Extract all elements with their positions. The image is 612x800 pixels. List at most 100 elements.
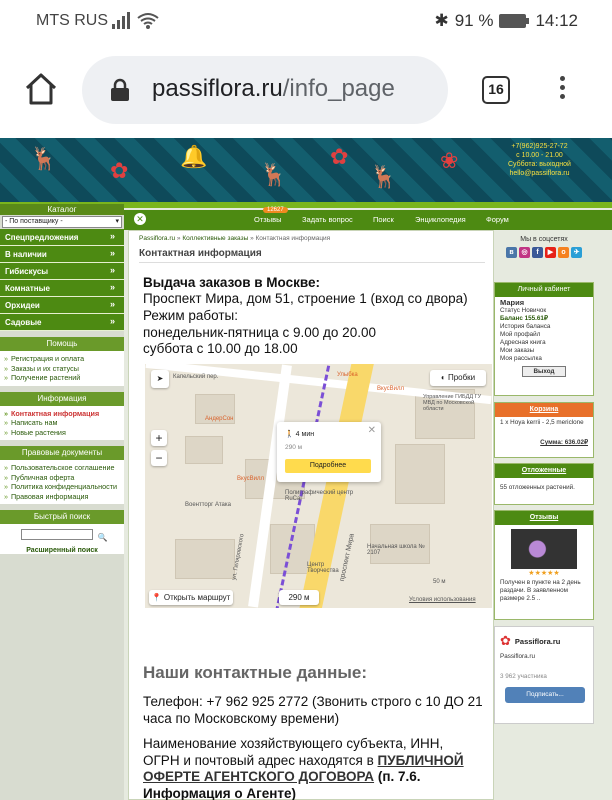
carrier: MTS RUS [36, 12, 108, 29]
crumb-current: Контактная информация [255, 235, 331, 242]
help-link[interactable]: Регистрация и оплата [4, 354, 120, 364]
deferred-title[interactable]: Отложенные [495, 464, 593, 478]
cart-item[interactable]: 1 x Hoya kerrii - 2,5 mericlone [495, 417, 593, 429]
crumb-mid[interactable]: Коллективные заказы [182, 235, 248, 242]
legal-link[interactable]: Правовая информация [4, 492, 120, 502]
youtube-icon[interactable]: ▶ [545, 247, 556, 258]
details-button[interactable]: Подробнее [285, 459, 371, 473]
help-link[interactable]: Получение растений [4, 373, 120, 383]
deer-icon: 🦌 [260, 162, 288, 187]
social-title: Мы в соцсетях [520, 236, 568, 243]
map-label: Центр Творчества [307, 562, 339, 574]
close-icon[interactable]: ✕ [368, 425, 376, 436]
nav-search[interactable]: Поиск [373, 215, 394, 224]
clock: 14:12 [535, 11, 578, 30]
search-header: Быстрый поиск [0, 510, 124, 524]
nav-reviews[interactable]: Отзывы [254, 215, 281, 224]
battery-percent: 91 % [454, 11, 494, 30]
logout-button[interactable]: Выход [522, 366, 566, 377]
legal-link[interactable]: Политика конфиденциальности [4, 482, 120, 492]
category-item[interactable]: Орхидеи [0, 296, 124, 314]
user-name: Мария [500, 298, 525, 307]
locate-button[interactable]: ➤ [151, 370, 169, 388]
map-building [395, 444, 445, 504]
category-item[interactable]: В наличии [0, 245, 124, 263]
site-banner: 🦌 ✿ 🔔 🦌 ✿ 🦌 ❀ +7(962)925-27-72 с 10.00 -… [0, 138, 612, 202]
category-item[interactable]: Спецпредложения [0, 228, 124, 246]
nav-forum[interactable]: Форум [486, 215, 509, 224]
help-list: Регистрация и оплата Заказы и их статусы… [0, 351, 124, 386]
legal-list: Пользовательское соглашение Публичная оф… [0, 460, 124, 504]
orchid-photo[interactable] [511, 529, 577, 569]
info-link[interactable]: Новые растения [4, 428, 120, 438]
info-list: Контактная информация Написать нам Новые… [0, 405, 124, 440]
category-item[interactable]: Садовые [0, 313, 124, 331]
vk-logo-icon: ✿ [500, 633, 511, 648]
account-link[interactable]: Моя рассылка [500, 355, 588, 363]
deer-icon: 🦌 [370, 164, 398, 189]
vk-group-sub: Passiflora.ru [500, 653, 535, 660]
pickup-heading: Выдача заказов в Москве: [143, 275, 321, 290]
account-link[interactable]: Мой профайл [500, 331, 588, 339]
map-label: Улыбка [337, 372, 358, 378]
account-link[interactable]: Адресная книга [500, 339, 588, 347]
crumb-home[interactable]: Passiflora.ru [139, 235, 175, 242]
terms-link[interactable]: Условия использования [409, 597, 476, 603]
cart-box: Корзина 1 x Hoya kerrii - 2,5 mericlone … [494, 402, 594, 458]
category-item[interactable]: Комнатные [0, 279, 124, 297]
vk-icon[interactable]: в [506, 247, 517, 258]
address-bar[interactable]: passiflora.ru/info_page [82, 56, 448, 124]
menu-icon[interactable] [560, 76, 566, 103]
supplier-select[interactable]: - По поставщику - [2, 216, 122, 228]
url-text: passiflora.ru/info_page [152, 75, 395, 102]
account-link[interactable]: История баланса [500, 323, 588, 331]
close-icon[interactable]: ✕ [134, 213, 146, 225]
reviews-title[interactable]: Отзывы [495, 511, 593, 525]
flower-icon: ✿ [330, 144, 349, 169]
telegram-icon[interactable]: ✈ [571, 247, 582, 258]
category-list: Спецпредложения В наличии Гибискусы Комн… [0, 228, 124, 331]
legal-link[interactable]: Публичная оферта [4, 473, 120, 483]
help-link[interactable]: Заказы и их статусы [4, 364, 120, 374]
main-content: Passiflora.ru » Коллективные заказы » Ко… [128, 230, 494, 800]
zoom-out-button[interactable]: − [151, 450, 167, 466]
legal-link[interactable]: Пользовательское соглашение [4, 463, 120, 473]
search-icon[interactable]: 🔍 [97, 533, 107, 542]
info-link[interactable]: Написать нам [4, 418, 120, 428]
account-link[interactable]: Мои заказы [500, 347, 588, 355]
route-distance: 290 м [279, 590, 319, 605]
nav-ask[interactable]: Задать вопрос [302, 215, 353, 224]
zoom-in-button[interactable]: + [151, 430, 167, 446]
map[interactable]: Капельский пер. АндерСон ВкусВилл ВкусВи… [145, 364, 492, 608]
left-sidebar: Каталог - По поставщику - Спецпредложени… [0, 204, 124, 800]
cart-title[interactable]: Корзина [495, 403, 593, 417]
banner-contact: +7(962)925-27-72 с 10.00 - 21.00 Суббота… [508, 143, 571, 177]
phone-text: Телефон: +7 962 925 2772 (Звонить строго… [143, 694, 483, 726]
pickup-address: Проспект Мира, дом 51, строение 1 (вход … [143, 291, 468, 306]
status-bar: MTS RUS ✱ 91 % 14:12 [0, 0, 612, 42]
facebook-icon[interactable]: f [532, 247, 543, 258]
map-label: Воентторг Атака [185, 502, 231, 508]
nav-encyclopedia[interactable]: Энциклопедия [415, 215, 466, 224]
ok-icon[interactable]: о [558, 247, 569, 258]
pin-icon: 📍 [151, 593, 162, 602]
category-item[interactable]: Гибискусы [0, 262, 124, 280]
open-route-button[interactable]: 📍 Открыть маршрут [149, 590, 233, 605]
catalog-label: Каталог [0, 204, 124, 215]
vk-group-name[interactable]: Passiflora.ru [515, 637, 560, 646]
review-text: Получен в пункте на 2 день раздачи. В за… [500, 579, 581, 602]
map-building [175, 539, 235, 579]
tab-switcher-button[interactable]: 16 [482, 76, 510, 104]
advanced-search-link[interactable]: Расширенный поиск [3, 547, 121, 554]
help-header: Помощь [0, 337, 124, 351]
cart-sum: Сумма: 636.02₽ [540, 439, 588, 446]
home-icon[interactable] [24, 72, 58, 106]
bluetooth-icon: ✱ [434, 11, 449, 30]
vk-subscribe-button[interactable]: Подписать... [505, 687, 585, 703]
traffic-button[interactable]: ◐ Пробки [430, 370, 486, 386]
instagram-icon[interactable]: ◎ [519, 247, 530, 258]
info-link-active[interactable]: Контактная информация [4, 409, 120, 419]
search-input[interactable] [21, 529, 93, 540]
right-sidebar: Мы в соцсетях в ◎ f ▶ о ✈ Личный кабинет… [494, 230, 594, 800]
reviews-box: Отзывы ★★★★★ Получен в пункте на 2 день … [494, 510, 594, 620]
